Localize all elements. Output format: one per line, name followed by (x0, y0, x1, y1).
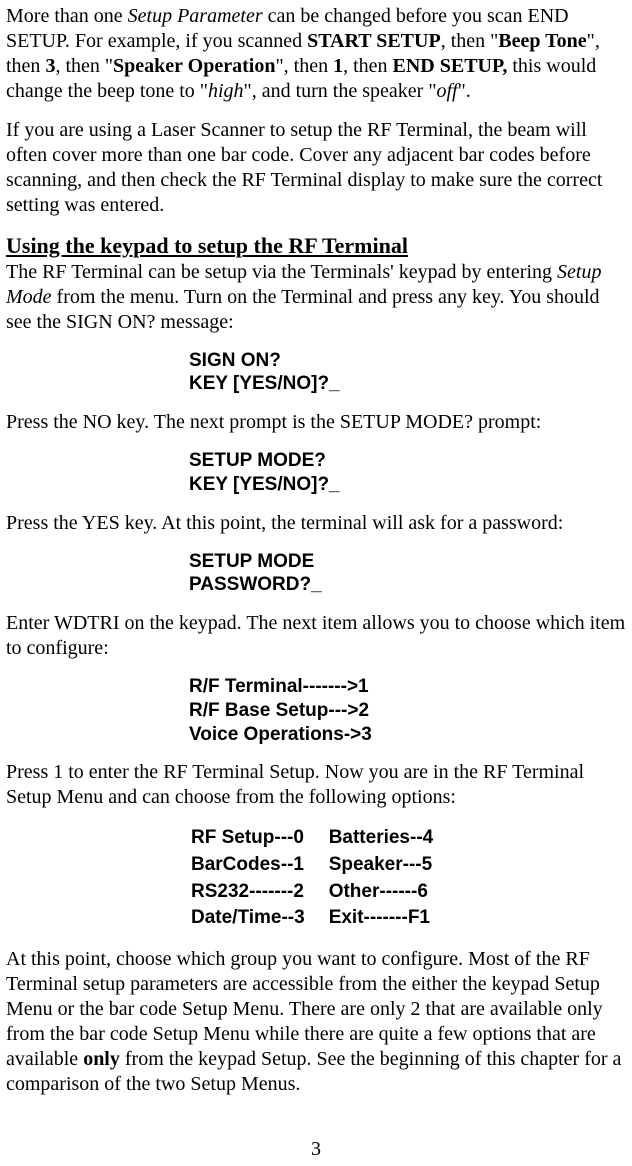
text: , then " (441, 30, 499, 52)
table-row: RS232-------2 Other------6 (191, 880, 455, 905)
paragraph-3: The RF Terminal can be setup via the Ter… (6, 260, 626, 335)
text-bold: START SETUP (307, 30, 441, 52)
text: ". (458, 80, 471, 102)
text: , then " (55, 55, 113, 77)
terminal-display-config: R/F Terminal------->1 R/F Base Setup--->… (189, 675, 626, 746)
text: , then (343, 55, 392, 77)
text-italic: high (208, 80, 244, 102)
paragraph-7: Press 1 to enter the RF Terminal Setup. … (6, 760, 626, 810)
menu-cell: Batteries--4 (329, 826, 456, 851)
paragraph-1: More than one Setup Parameter can be cha… (6, 4, 626, 104)
paragraph-5: Press the YES key. At this point, the te… (6, 511, 626, 536)
table-row: RF Setup---0 Batteries--4 (191, 826, 455, 851)
text: ", then (275, 55, 333, 77)
text-bold: Speaker Operation (113, 55, 275, 77)
menu-cell: Date/Time--3 (191, 906, 327, 931)
menu-cell: RS232-------2 (191, 880, 327, 905)
text-bold: Beep Tone (498, 30, 586, 52)
text: More than one (6, 5, 128, 27)
terminal-display-setupmode: SETUP MODE? KEY [YES/NO]?_ (189, 449, 626, 497)
text-italic: Setup Parameter (128, 5, 263, 27)
text: The RF Terminal can be setup via the Ter… (6, 261, 557, 283)
setup-menu-table: RF Setup---0 Batteries--4 BarCodes--1 Sp… (189, 824, 457, 933)
section-heading: Using the keypad to setup the RF Termina… (6, 232, 626, 260)
text-bold: 1 (333, 55, 343, 77)
menu-cell: RF Setup---0 (191, 826, 327, 851)
terminal-display-password: SETUP MODE PASSWORD?_ (189, 550, 626, 598)
table-row: Date/Time--3 Exit-------F1 (191, 906, 455, 931)
text-bold: END SETUP, (393, 55, 508, 77)
text: ", and turn the speaker " (244, 80, 437, 102)
terminal-display-signon: SIGN ON? KEY [YES/NO]?_ (189, 349, 626, 397)
paragraph-4: Press the NO key. The next prompt is the… (6, 410, 626, 435)
paragraph-2: If you are using a Laser Scanner to setu… (6, 118, 626, 218)
paragraph-6: Enter WDTRI on the keypad. The next item… (6, 611, 626, 661)
paragraph-8: At this point, choose which group you wa… (6, 947, 626, 1097)
page-number: 3 (6, 1137, 626, 1162)
menu-cell: Exit-------F1 (329, 906, 456, 931)
table-row: BarCodes--1 Speaker---5 (191, 853, 455, 878)
menu-cell: Speaker---5 (329, 853, 456, 878)
text-bold: 3 (45, 55, 55, 77)
text-italic: off (436, 80, 457, 102)
text-bold: only (83, 1048, 120, 1070)
menu-cell: BarCodes--1 (191, 853, 327, 878)
text: from the menu. Turn on the Terminal and … (6, 286, 600, 333)
menu-cell: Other------6 (329, 880, 456, 905)
